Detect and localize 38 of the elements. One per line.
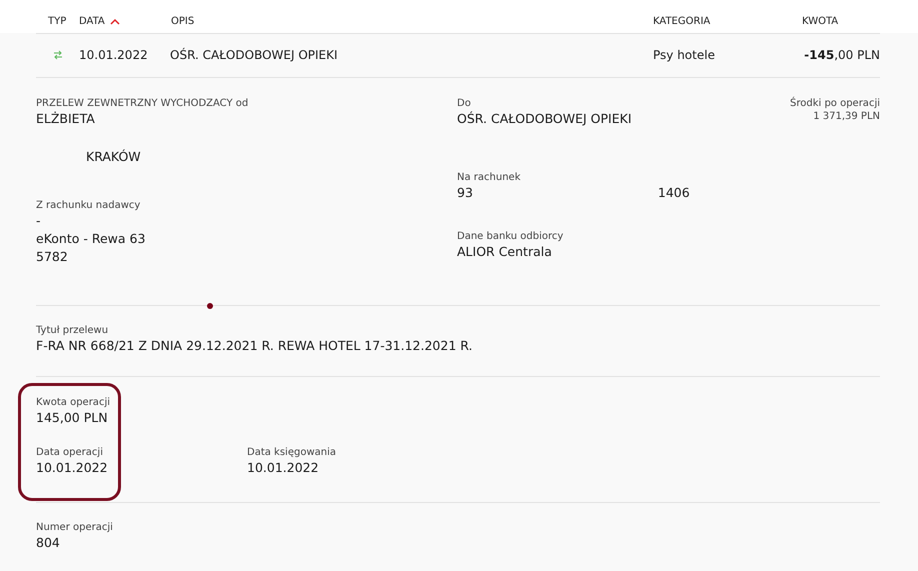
field-value: KRAKÓW	[86, 148, 141, 166]
field-value: F-RA NR 668/21 Z DNIA 29.12.2021 R. REWA HOTEL 17-31.12.2021 R.	[36, 337, 474, 355]
field-value: ELŻBIETA	[36, 110, 95, 128]
field-label: Kwota operacji	[36, 396, 111, 409]
column-header[interactable]: KWOTA	[802, 16, 838, 27]
column-header[interactable]: OPIS	[171, 16, 194, 27]
field-value: 145,00 PLN	[36, 409, 109, 427]
field-value: 10.01.2022	[247, 459, 320, 477]
balance-value: 1 371,39 PLN	[813, 110, 880, 123]
field-label: Na rachunek	[457, 171, 522, 184]
sort-ascending-icon	[110, 18, 120, 25]
field-value: 1406	[658, 184, 690, 202]
field-label: PRZELEW ZEWNETRZNY WYCHODZACY od	[36, 97, 250, 110]
transfer-arrows-icon	[53, 50, 63, 60]
balance-label: Środki po operacji	[790, 97, 880, 110]
field-label: Z rachunku nadawcy	[36, 199, 142, 212]
amount-cell: -145,00 PLN	[804, 48, 880, 62]
field-value: 10.01.2022	[36, 459, 109, 477]
column-header[interactable]: DATA	[79, 16, 120, 27]
column-header[interactable]: KATEGORIA	[653, 16, 710, 27]
marker-dot	[207, 303, 213, 309]
field-value: 5782	[36, 248, 68, 266]
column-header[interactable]: TYP	[48, 16, 66, 27]
field-label: Numer operacji	[36, 521, 114, 534]
field-label: Dane banku odbiorcy	[457, 230, 564, 243]
category-cell: Psy hotele	[653, 48, 715, 62]
field-value: 93	[457, 184, 473, 202]
field-value: ALIOR Centrala	[457, 243, 552, 261]
field-label: Do	[457, 97, 472, 110]
description-cell: OŚR. CAŁODOBOWEJ OPIEKI	[170, 48, 338, 62]
date-cell: 10.01.2022	[79, 48, 148, 62]
field-label: Data księgowania	[247, 446, 338, 459]
field-value: OŚR. CAŁODOBOWEJ OPIEKI	[457, 110, 632, 128]
field-label: Tytuł przelewu	[36, 324, 110, 337]
field-label: Data operacji	[36, 446, 104, 459]
field-value: 804	[36, 534, 61, 552]
field-value: -	[36, 212, 41, 230]
field-value: eKonto - Rewa 63	[36, 230, 146, 248]
